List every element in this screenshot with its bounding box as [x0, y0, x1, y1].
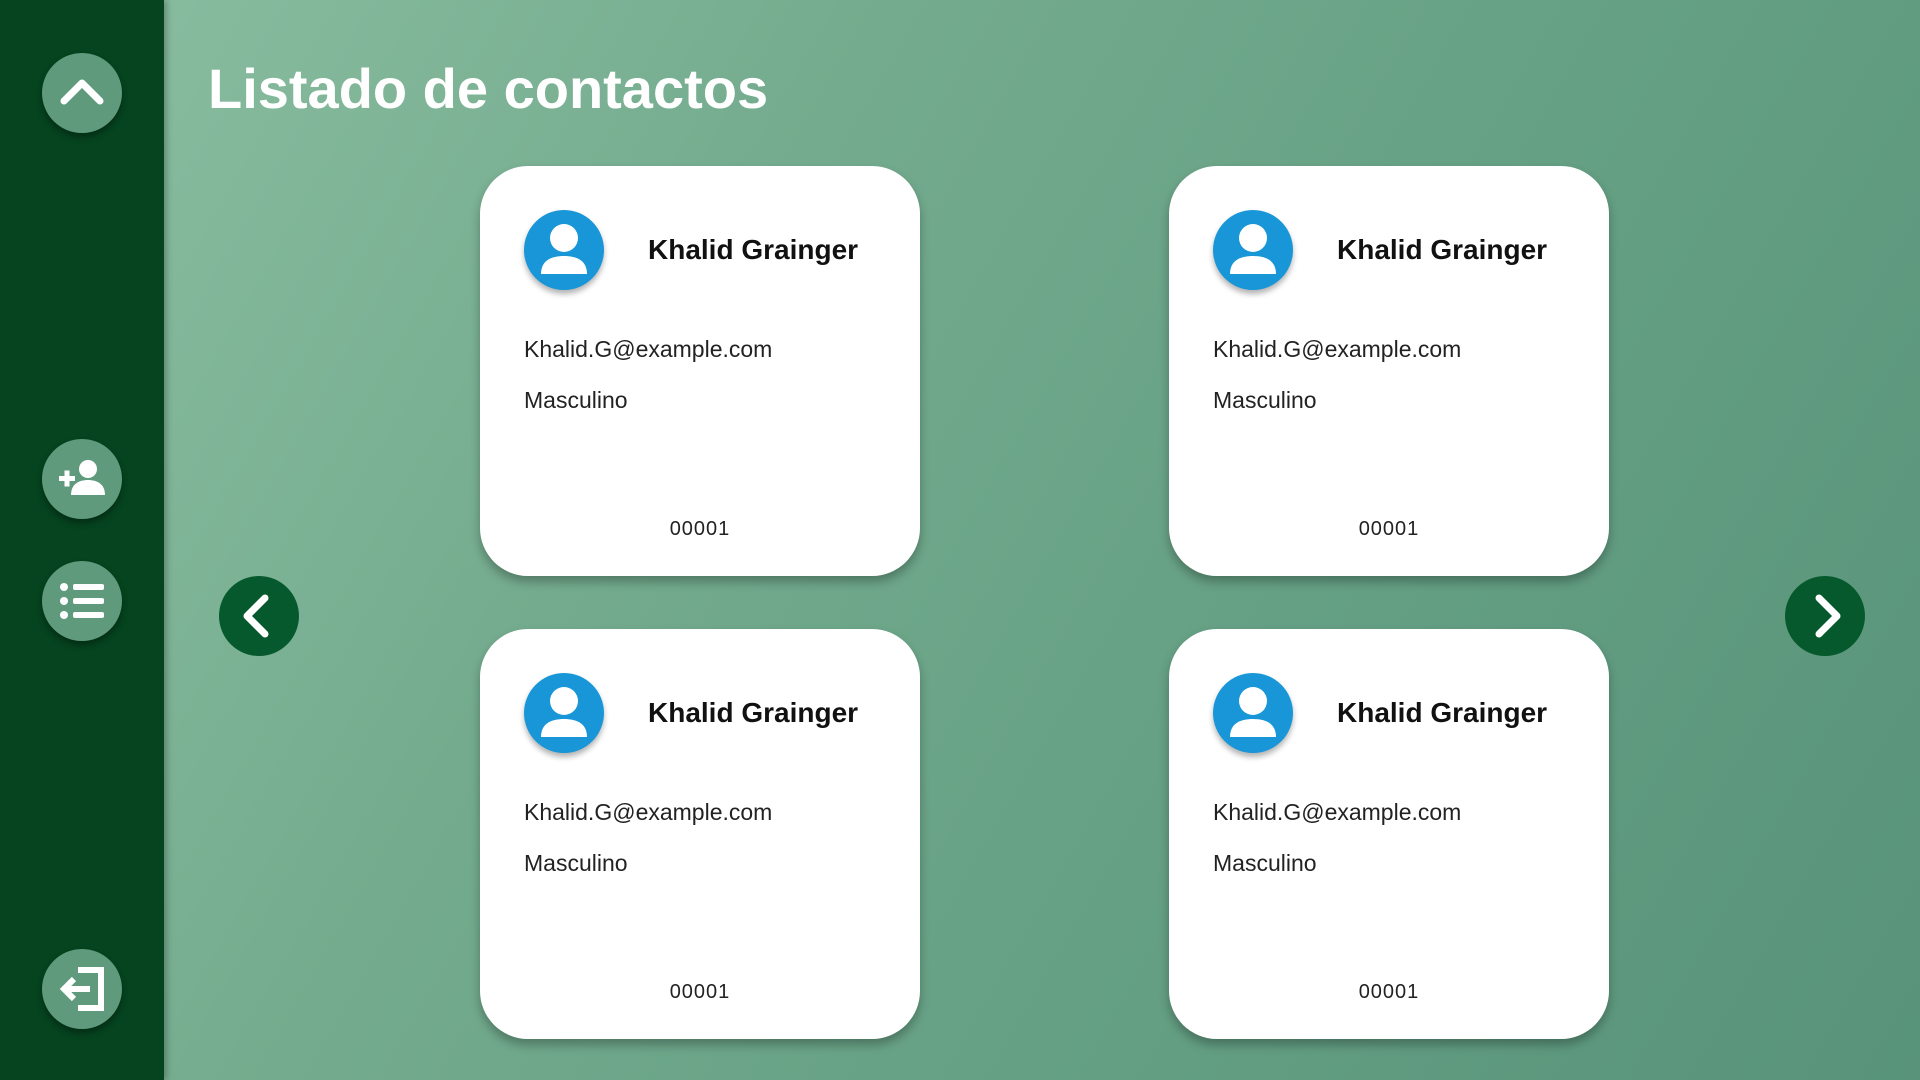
- add-contact-button[interactable]: [42, 439, 122, 519]
- contact-name: Khalid Grainger: [1337, 697, 1548, 728]
- contact-card[interactable]: Khalid Grainger Khalid.G@example.com Mas…: [1169, 629, 1609, 1039]
- contact-name: Khalid Grainger: [1337, 234, 1548, 265]
- contact-gender: Masculino: [524, 387, 628, 413]
- list-icon: [60, 583, 104, 619]
- contact-email: Khalid.G@example.com: [524, 799, 773, 825]
- person-icon: [541, 687, 587, 737]
- contact-name: Khalid Grainger: [648, 234, 859, 265]
- contact-email: Khalid.G@example.com: [1213, 799, 1462, 825]
- scroll-up-button[interactable]: [42, 53, 122, 133]
- chevron-left-icon: [243, 594, 269, 638]
- contact-email: Khalid.G@example.com: [524, 336, 773, 362]
- person-icon: [1230, 687, 1276, 737]
- person-icon: [1230, 224, 1276, 274]
- previous-page-button[interactable]: [219, 576, 299, 656]
- list-contacts-button[interactable]: [42, 561, 122, 641]
- contact-card[interactable]: Khalid Grainger Khalid.G@example.com Mas…: [1169, 166, 1609, 576]
- next-page-button[interactable]: [1785, 576, 1865, 656]
- contact-id: 00001: [1358, 981, 1420, 1003]
- contact-gender: Masculino: [1213, 850, 1317, 876]
- sidebar: [0, 0, 164, 1080]
- avatar: [1213, 673, 1293, 753]
- chevron-right-icon: [1815, 594, 1841, 638]
- contact-gender: Masculino: [1213, 387, 1317, 413]
- contact-id: 00001: [669, 518, 731, 540]
- person-icon: [541, 224, 587, 274]
- add-person-icon: [59, 460, 105, 495]
- logout-button[interactable]: [42, 949, 122, 1029]
- avatar: [1213, 210, 1293, 290]
- chevron-up-icon: [60, 79, 104, 105]
- avatar: [524, 673, 604, 753]
- contact-card[interactable]: Khalid Grainger Khalid.G@example.com Mas…: [480, 629, 920, 1039]
- logout-icon: [59, 967, 104, 1011]
- contact-email: Khalid.G@example.com: [1213, 336, 1462, 362]
- avatar: [524, 210, 604, 290]
- contact-name: Khalid Grainger: [648, 697, 859, 728]
- contact-card[interactable]: Khalid Grainger Khalid.G@example.com Mas…: [480, 166, 920, 576]
- contact-id: 00001: [1358, 518, 1420, 540]
- contact-gender: Masculino: [524, 850, 628, 876]
- page-title: Listado de contactos: [208, 57, 769, 120]
- contact-id: 00001: [669, 981, 731, 1003]
